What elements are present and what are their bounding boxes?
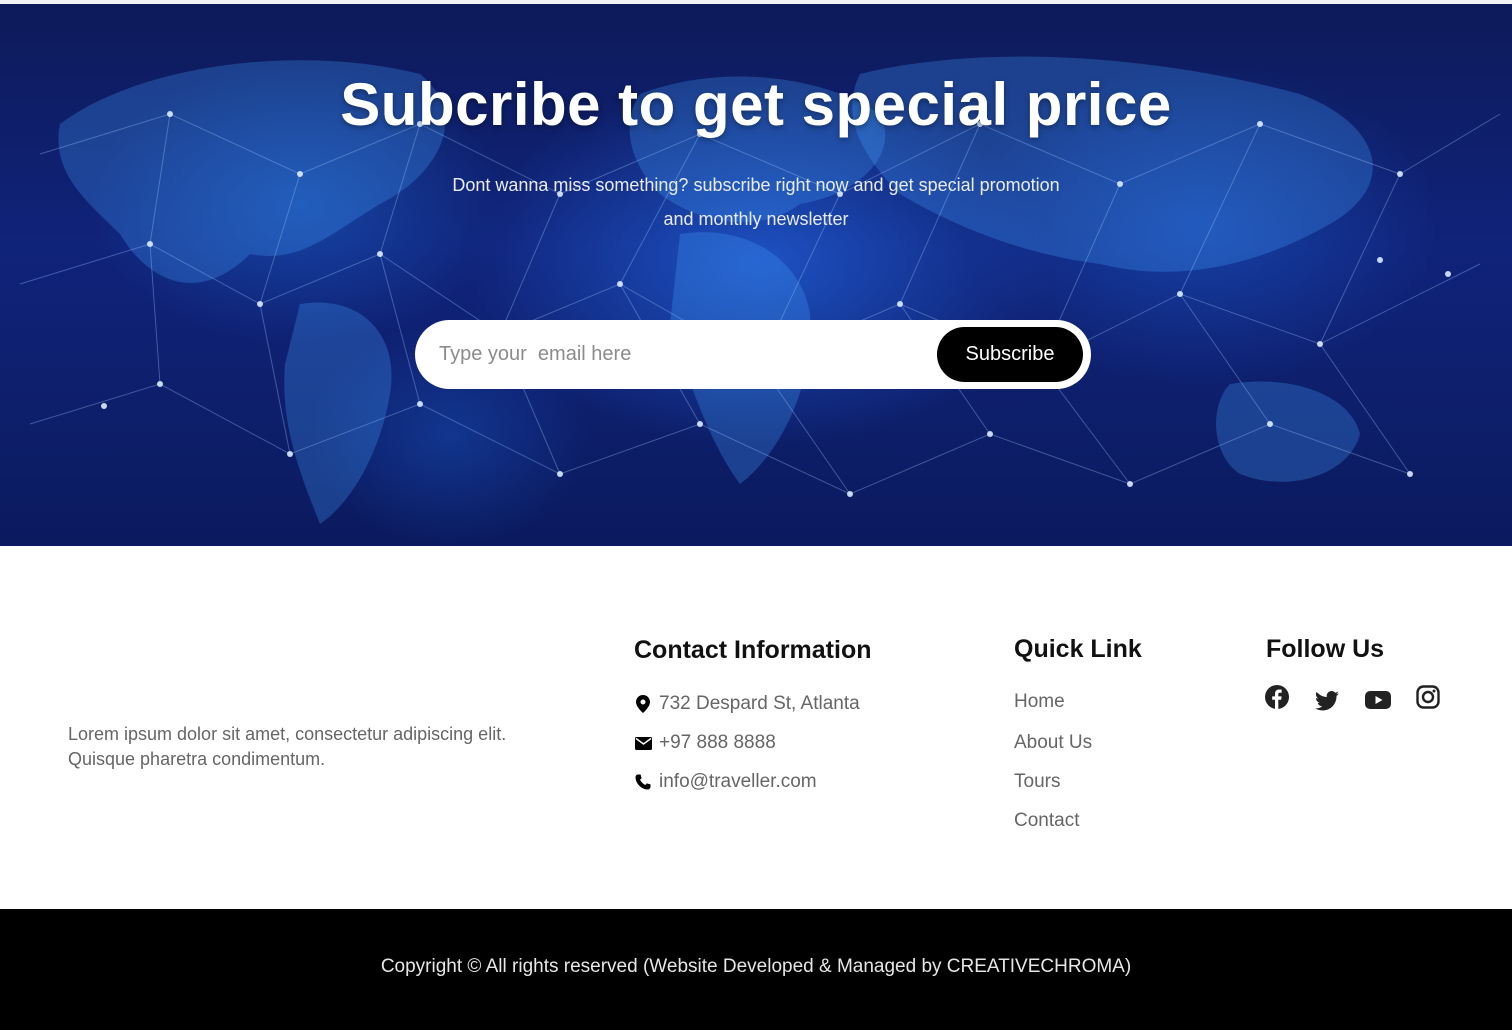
subscribe-hero: Subcribe to get special price Dont wanna…	[0, 4, 1512, 546]
youtube-icon[interactable]	[1365, 687, 1391, 713]
copyright-bar: Copyright © All rights reserved (Website…	[0, 909, 1512, 1030]
quick-link-about-us[interactable]: About Us	[1014, 732, 1092, 754]
subscribe-form: Subscribe	[415, 320, 1091, 389]
hero-title: Subcribe to get special price	[340, 71, 1172, 138]
quick-link-heading: Quick Link	[1014, 635, 1142, 663]
contact-heading: Contact Information	[634, 636, 872, 664]
email-input[interactable]	[437, 332, 927, 377]
subscribe-button[interactable]: Subscribe	[937, 327, 1083, 382]
quick-link-tours[interactable]: Tours	[1014, 771, 1060, 793]
quick-link-contact[interactable]: Contact	[1014, 810, 1079, 832]
hero-subtitle: Dont wanna miss something? subscribe rig…	[452, 175, 1060, 229]
instagram-icon[interactable]	[1415, 684, 1441, 710]
facebook-icon[interactable]	[1264, 684, 1290, 710]
copyright-text: Copyright © All rights reserved (Website…	[380, 956, 1132, 977]
contact-phone: +97 888 8888	[634, 731, 776, 755]
envelope-icon	[634, 734, 652, 752]
contact-email: info@traveller.com	[634, 770, 817, 794]
contact-phone-text: +97 888 8888	[659, 732, 776, 753]
contact-address: 732 Despard St, Atlanta	[634, 692, 860, 716]
follow-us-heading: Follow Us	[1266, 635, 1385, 663]
twitter-icon[interactable]	[1314, 688, 1340, 714]
map-pin-icon	[634, 695, 652, 713]
contact-email-text: info@traveller.com	[659, 771, 817, 792]
quick-link-home[interactable]: Home	[1014, 691, 1065, 713]
contact-address-text: 732 Despard St, Atlanta	[659, 693, 860, 714]
about-text: Lorem ipsum dolor sit amet, consectetur …	[68, 724, 507, 769]
phone-icon	[634, 773, 652, 791]
